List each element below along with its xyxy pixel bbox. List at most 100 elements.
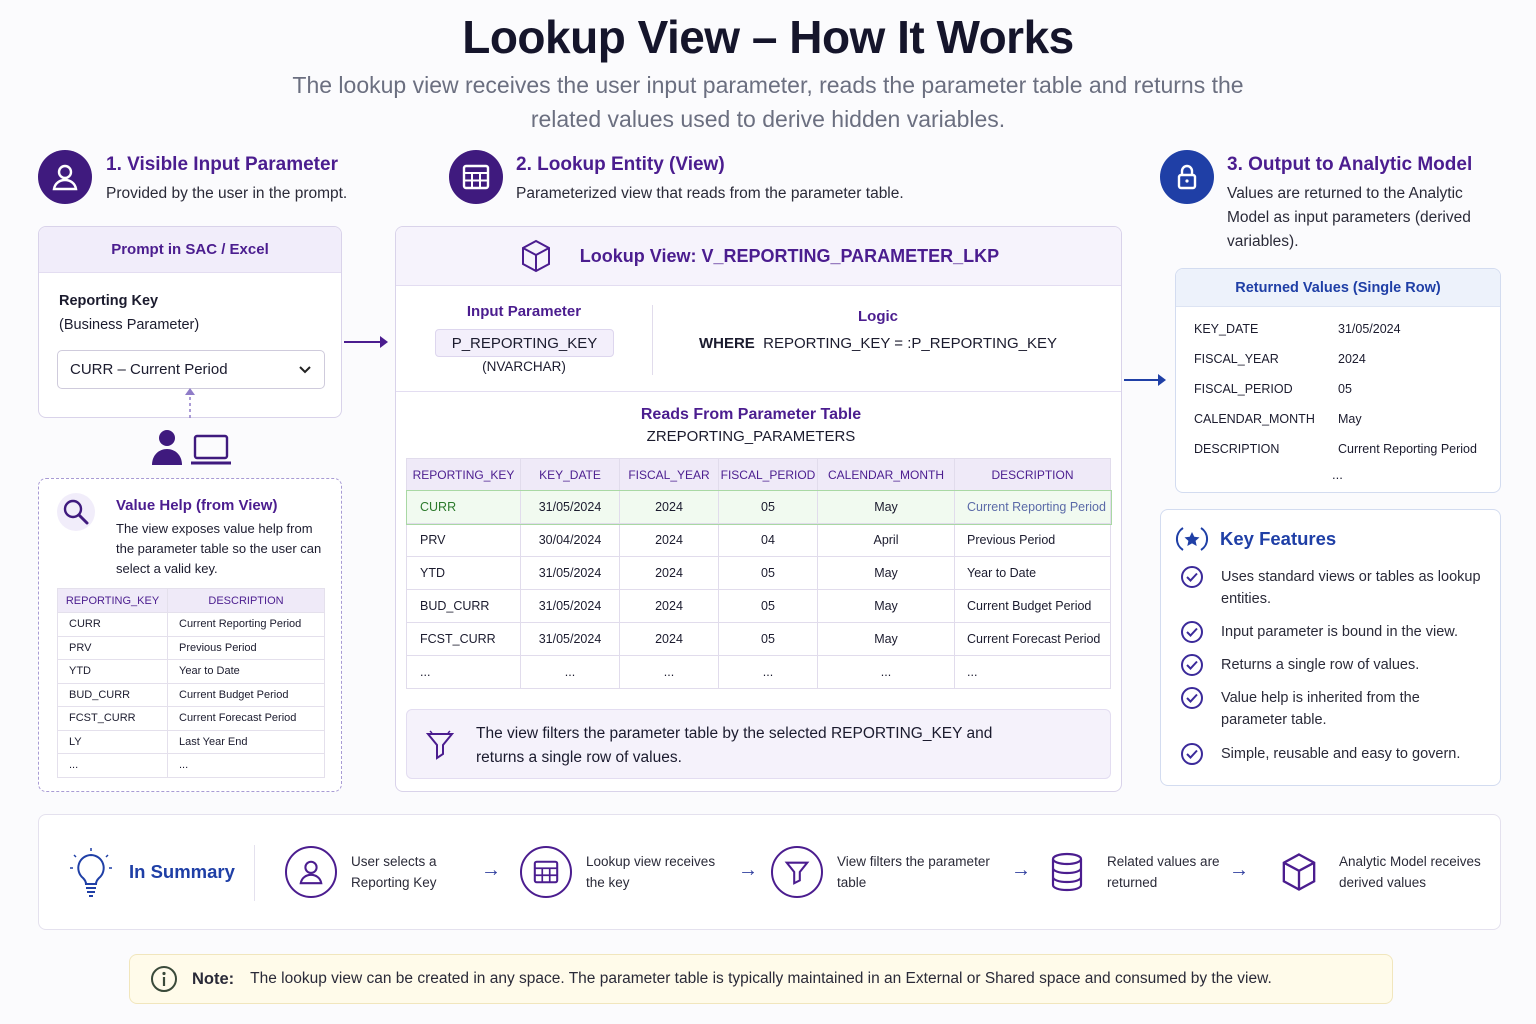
check-circle-icon bbox=[1181, 743, 1203, 765]
feature-item: Input parameter is bound in the view. bbox=[1181, 621, 1481, 654]
returned-value: May bbox=[1338, 412, 1362, 426]
note-label: Note: bbox=[192, 969, 235, 988]
vh-cell: LY bbox=[57, 729, 168, 754]
check-circle-icon bbox=[1181, 621, 1203, 643]
vh-cell: PRV bbox=[57, 635, 168, 660]
lookup-view-head: Lookup View: V_REPORTING_PARAMETER_LKP bbox=[396, 227, 1121, 286]
table-cell: ... bbox=[520, 655, 620, 689]
table-cell: 2024 bbox=[619, 622, 719, 656]
vh-row[interactable]: PRV Previous Period bbox=[57, 635, 325, 660]
col-fiscal-year: FISCAL_YEAR bbox=[619, 458, 719, 491]
returned-values-card: Returned Values (Single Row) KEY_DATE 31/… bbox=[1175, 268, 1501, 493]
logic-condition: REPORTING_KEY = :P_REPORTING_KEY bbox=[763, 335, 1058, 352]
table-cell: 2024 bbox=[619, 589, 719, 623]
vh-cell: FCST_CURR bbox=[57, 706, 168, 731]
info-icon bbox=[151, 966, 177, 992]
table-cell: 05 bbox=[718, 622, 818, 656]
check-circle-icon bbox=[1181, 566, 1203, 588]
table-row[interactable]: BUD_CURR 31/05/2024 2024 05 May Current Budge… bbox=[406, 589, 1111, 623]
vh-row[interactable]: LY Last Year End bbox=[57, 729, 325, 754]
filter-icon bbox=[771, 846, 823, 898]
logic-label: Logic bbox=[858, 308, 898, 325]
feature-text: Uses standard views or tables as lookup … bbox=[1221, 569, 1481, 607]
cube-icon bbox=[1273, 846, 1325, 898]
search-icon bbox=[57, 493, 95, 531]
vh-row[interactable]: CURR Current Reporting Period bbox=[57, 612, 325, 637]
table-row[interactable]: FCST_CURR 31/05/2024 2024 05 May Current Fore… bbox=[406, 622, 1111, 656]
table-cell: Current Budget Period bbox=[954, 589, 1111, 623]
col-fiscal-period: FISCAL_PERIOD bbox=[718, 458, 818, 491]
step2-text: Parameterized view that reads from the p… bbox=[516, 185, 904, 202]
vh-row[interactable]: YTD Year to Date bbox=[57, 659, 325, 684]
check-circle-icon bbox=[1181, 687, 1203, 709]
vh-row[interactable]: FCST_CURR Current Forecast Period bbox=[57, 706, 325, 731]
feature-item: Simple, reusable and easy to govern. bbox=[1181, 743, 1481, 773]
table-cell: CURR bbox=[406, 490, 521, 524]
value-help-text: The view exposes value help from the par… bbox=[116, 521, 322, 576]
vh-col-key: REPORTING_KEY bbox=[57, 588, 168, 613]
col-description: DESCRIPTION bbox=[954, 458, 1111, 491]
table-cell: Current Forecast Period bbox=[954, 622, 1111, 656]
vh-cell: Year to Date bbox=[167, 659, 325, 684]
table-cell: 05 bbox=[718, 556, 818, 590]
filter-note-box: The view filters the parameter table by … bbox=[406, 709, 1111, 779]
returned-value: 31/05/2024 bbox=[1338, 322, 1401, 336]
table-cell: Current Reporting Period bbox=[954, 490, 1111, 524]
vh-cell: ... bbox=[57, 753, 168, 778]
vh-cell: Current Reporting Period bbox=[167, 612, 325, 637]
table-cell: Year to Date bbox=[954, 556, 1111, 590]
table-row-selected[interactable]: CURR 31/05/2024 2024 05 May Current Repo… bbox=[405, 489, 1112, 525]
vh-cell: Current Budget Period bbox=[167, 682, 325, 707]
feature-text: Input parameter is bound in the view. bbox=[1221, 624, 1458, 640]
step1-text: Provided by the user in the prompt. bbox=[106, 185, 348, 202]
returned-value: 2024 bbox=[1338, 352, 1366, 366]
summary-step: View filters the parameter table bbox=[771, 846, 1007, 898]
vh-cell: BUD_CURR bbox=[57, 682, 168, 707]
feature-text: Returns a single row of values. bbox=[1221, 657, 1420, 673]
table-cell: 31/05/2024 bbox=[520, 490, 620, 524]
lock-icon bbox=[1160, 150, 1214, 204]
table-cell: April bbox=[817, 523, 955, 557]
summary-title: In Summary bbox=[129, 861, 235, 882]
chevron-down-icon bbox=[299, 365, 311, 373]
divider bbox=[254, 845, 255, 901]
table-cell: PRV bbox=[406, 523, 521, 557]
step3-text: Values are returned to the Analytic Mode… bbox=[1227, 185, 1471, 250]
table-row[interactable]: PRV 30/04/2024 2024 04 April Previous Period bbox=[406, 523, 1111, 557]
vh-row[interactable]: BUD_CURR Current Budget Period bbox=[57, 682, 325, 707]
prompt-label: Reporting Key bbox=[59, 293, 159, 309]
step2-title: 2. Lookup Entity (View) bbox=[516, 154, 725, 175]
table-cell: May bbox=[817, 556, 955, 590]
table-cell: May bbox=[817, 589, 955, 623]
table-cell: ... bbox=[954, 655, 1111, 689]
vh-col-desc: DESCRIPTION bbox=[167, 588, 325, 613]
returned-value: 05 bbox=[1338, 382, 1352, 396]
feature-item: Value help is inherited from the paramet… bbox=[1181, 687, 1481, 743]
returned-row: KEY_DATE 31/05/2024 bbox=[1194, 314, 1500, 344]
vh-cell: YTD bbox=[57, 659, 168, 684]
table-row[interactable]: YTD 31/05/2024 2024 05 May Year to Date bbox=[406, 556, 1111, 590]
col-key-date: KEY_DATE bbox=[520, 458, 620, 491]
returned-values-list: KEY_DATE 31/05/2024 FISCAL_YEAR 2024 FISCA… bbox=[1176, 307, 1500, 486]
returned-key: FISCAL_PERIOD bbox=[1194, 382, 1293, 396]
summary-step-text: Analytic Model receives derived values bbox=[1339, 854, 1481, 890]
filter-icon bbox=[425, 730, 455, 760]
table-cell: 30/04/2024 bbox=[520, 523, 620, 557]
logic-expression: WHERE REPORTING_KEY = :P_REPORTING_KEY bbox=[653, 335, 1103, 352]
step3-title: 3. Output to Analytic Model bbox=[1227, 154, 1473, 175]
laptop-icon bbox=[191, 434, 231, 465]
value-help-table: REPORTING_KEY DESCRIPTION CURR Current Re… bbox=[57, 588, 325, 778]
database-icon bbox=[1041, 846, 1093, 898]
summary-step: Analytic Model receives derived values bbox=[1273, 846, 1494, 898]
arrow-right-icon: → bbox=[1011, 859, 1031, 881]
returned-row: CALENDAR_MONTH May bbox=[1194, 404, 1500, 434]
table-cell: 31/05/2024 bbox=[520, 622, 620, 656]
lightbulb-icon bbox=[70, 848, 112, 897]
summary-step-text: Lookup view receives the key bbox=[586, 854, 716, 890]
returned-key: KEY_DATE bbox=[1194, 322, 1259, 336]
returned-value: Current Reporting Period bbox=[1338, 442, 1477, 456]
filter-note-text: The view filters the parameter table by … bbox=[476, 725, 993, 766]
feature-item: Returns a single row of values. bbox=[1181, 654, 1481, 687]
reporting-key-select[interactable]: CURR – Current Period bbox=[57, 350, 325, 389]
table-cell: 2024 bbox=[619, 556, 719, 590]
